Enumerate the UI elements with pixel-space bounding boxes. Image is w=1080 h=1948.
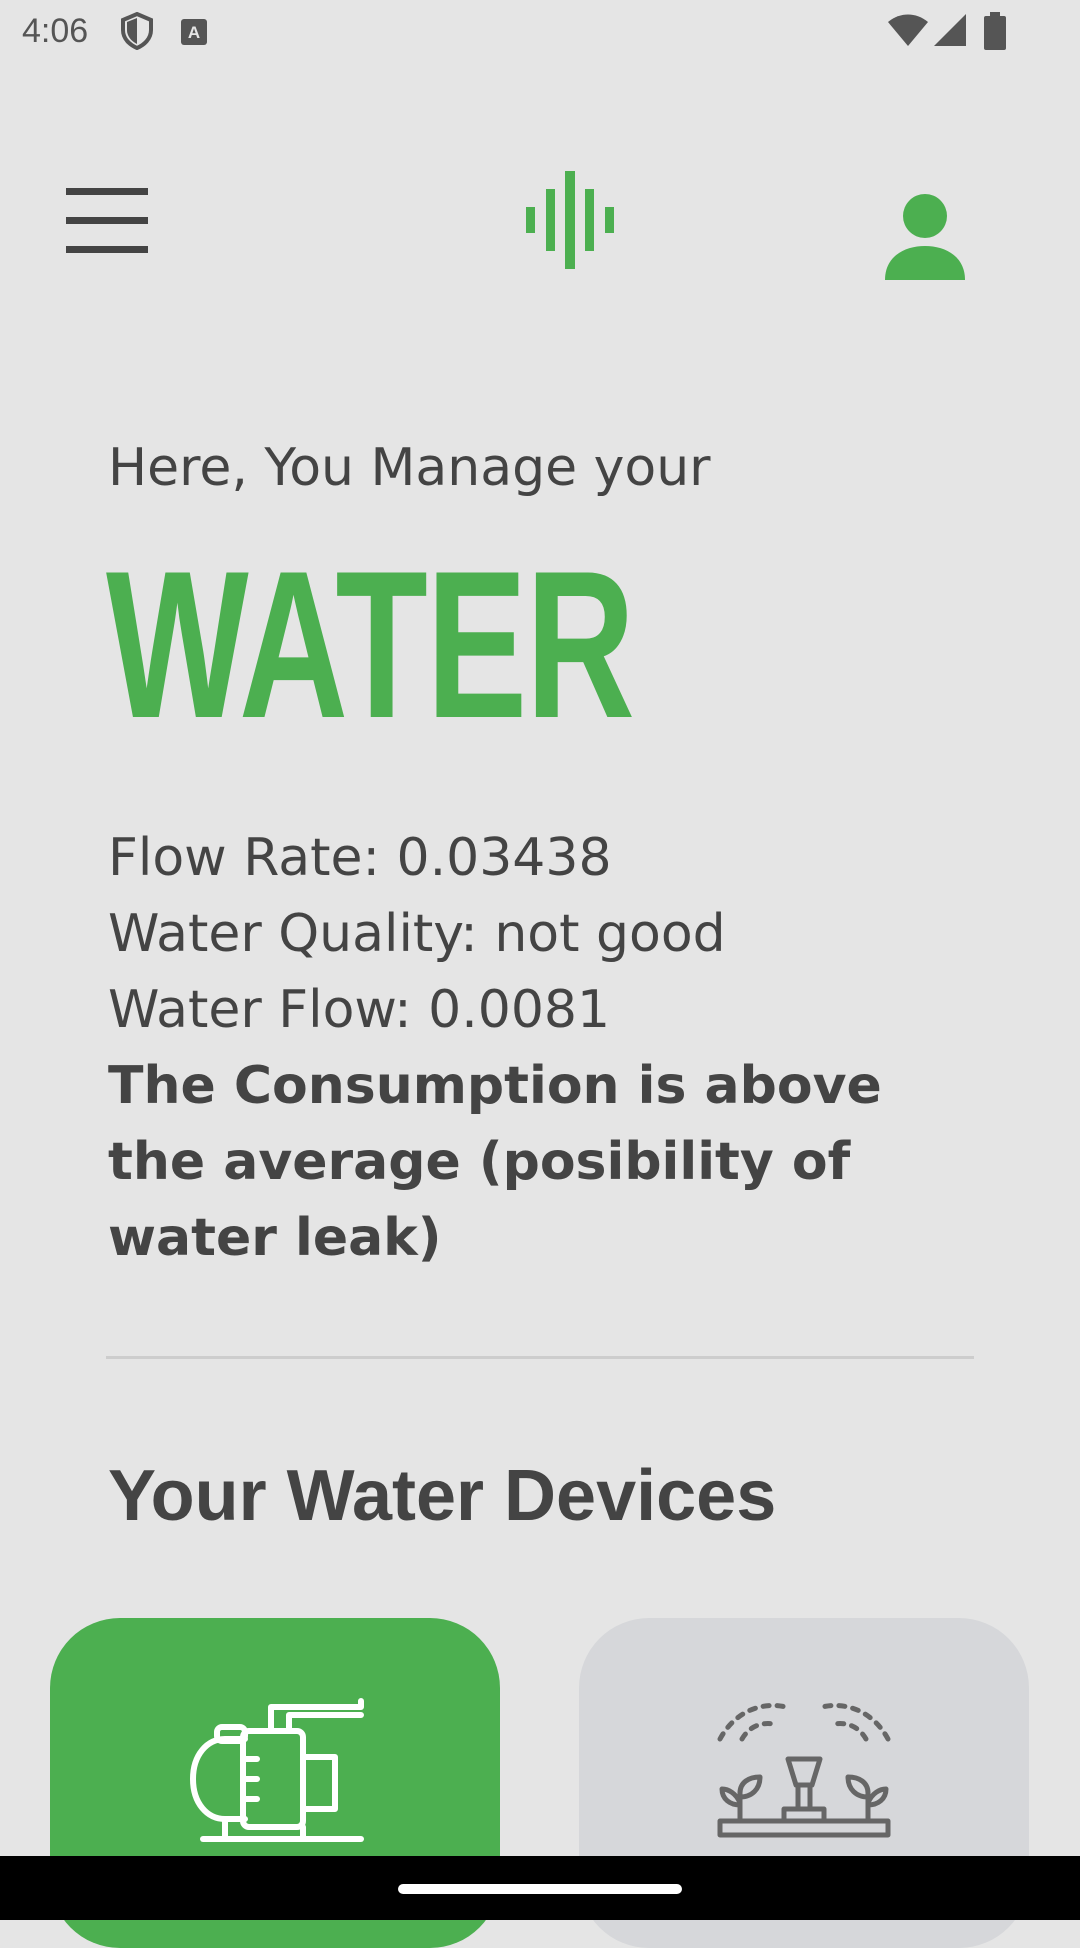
- sprinkler-icon: [717, 1703, 891, 1838]
- svg-text:A: A: [188, 23, 200, 42]
- water-quality-text: Water Quality: not good: [108, 904, 726, 964]
- sound-wave-logo-icon: [526, 171, 614, 269]
- status-bar: 4:06 A: [0, 0, 1080, 64]
- status-time: 4:06: [22, 12, 89, 50]
- divider: [106, 1356, 974, 1359]
- devices-section-title: Your Water Devices: [108, 1456, 777, 1536]
- stats-panel: Flow Rate: 0.03438 Water Quality: not go…: [108, 820, 988, 1276]
- water-pump-icon: [190, 1698, 364, 1842]
- wifi-icon: [888, 14, 928, 46]
- leak-warning-text: The Consumption is above the average (po…: [108, 1056, 882, 1268]
- signal-icon: [934, 14, 966, 46]
- intro-text: Here, You Manage your: [108, 438, 711, 498]
- text-input-icon: A: [181, 19, 207, 45]
- flow-rate-text: Flow Rate: 0.03438: [108, 828, 612, 888]
- home-gesture-handle[interactable]: [398, 1884, 682, 1894]
- system-nav-bar: [0, 1856, 1080, 1920]
- headline: WATER: [106, 527, 635, 762]
- water-flow-text: Water Flow: 0.0081: [108, 980, 611, 1040]
- battery-icon: [984, 12, 1006, 50]
- shield-icon: [121, 12, 153, 50]
- app-bar: [0, 150, 1080, 290]
- hamburger-menu-icon[interactable]: [60, 180, 156, 260]
- person-icon[interactable]: [870, 170, 980, 280]
